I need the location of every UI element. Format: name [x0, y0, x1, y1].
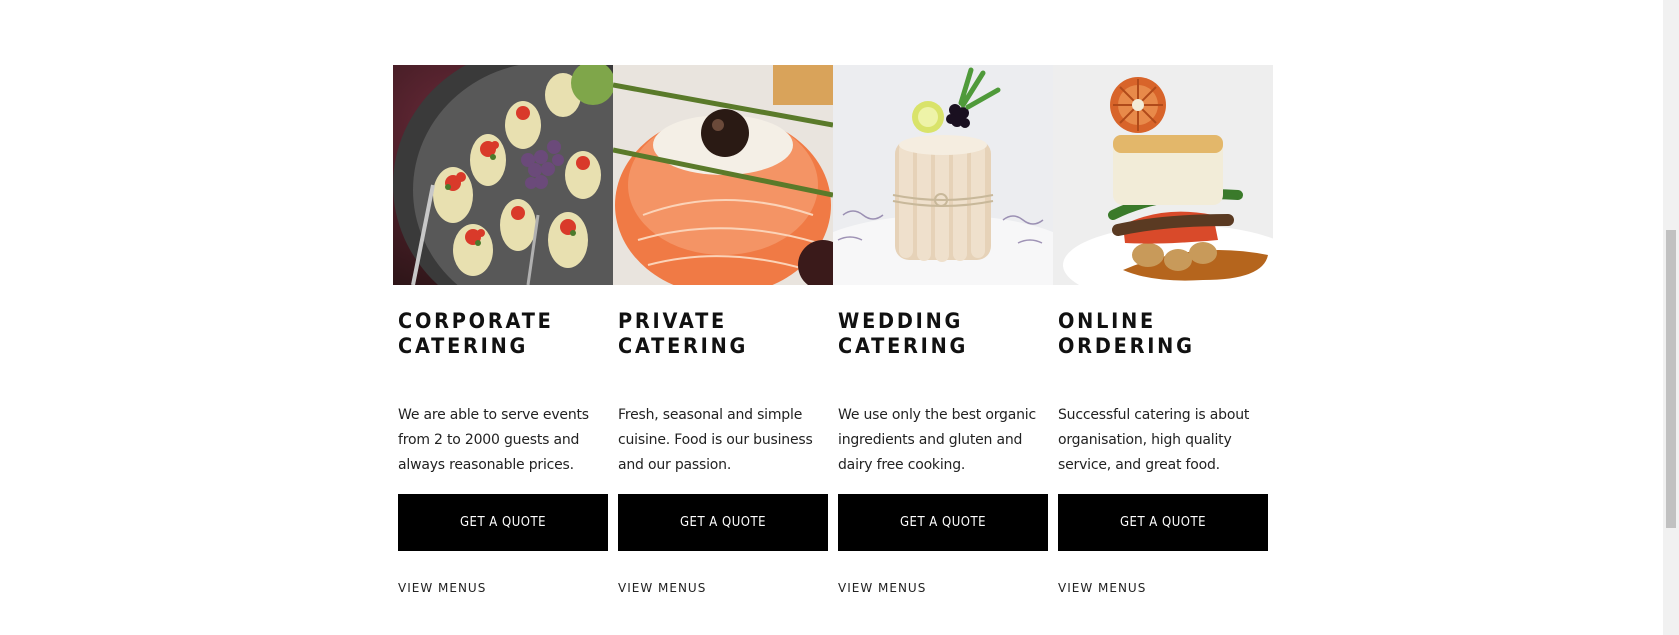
online-ordering-photo — [1053, 65, 1273, 285]
card-title: ONLINE ORDERING — [1058, 309, 1251, 373]
service-card-private: PRIVATE CATERING Fresh, seasonal and sim… — [613, 65, 833, 595]
service-card-wedding: WEDDING CATERING We use only the best or… — [833, 65, 1053, 595]
service-card-online: ONLINE ORDERING Successful catering is a… — [1053, 65, 1273, 595]
card-description: We are able to serve events from 2 to 20… — [398, 407, 589, 473]
view-menus-link[interactable]: VIEW MENUS — [838, 581, 1048, 595]
scrollbar-thumb[interactable] — [1666, 230, 1676, 528]
card-title-line1: WEDDING — [838, 309, 964, 333]
card-description: We use only the best organic ingredients… — [838, 407, 1036, 473]
card-title-line2: CATERING — [618, 334, 749, 358]
vertical-scrollbar[interactable] — [1663, 0, 1679, 635]
card-title-line2: ORDERING — [1058, 334, 1195, 358]
card-title-line1: PRIVATE — [618, 309, 728, 333]
services-grid: CORPORATE CATERING We are able to serve … — [393, 65, 1273, 595]
get-a-quote-button[interactable]: GET A QUOTE — [1058, 494, 1268, 551]
get-a-quote-button[interactable]: GET A QUOTE — [618, 494, 828, 551]
card-title-line1: ONLINE — [1058, 309, 1157, 333]
card-title: CORPORATE CATERING — [398, 309, 591, 373]
card-title: WEDDING CATERING — [838, 309, 1031, 373]
view-menus-link[interactable]: VIEW MENUS — [618, 581, 828, 595]
view-menus-link[interactable]: VIEW MENUS — [398, 581, 608, 595]
wedding-catering-photo — [833, 65, 1053, 285]
private-catering-photo — [613, 65, 833, 285]
corporate-catering-photo — [393, 65, 613, 285]
card-title-line2: CATERING — [398, 334, 529, 358]
card-title: PRIVATE CATERING — [618, 309, 811, 373]
service-card-corporate: CORPORATE CATERING We are able to serve … — [393, 65, 613, 595]
page: CORPORATE CATERING We are able to serve … — [0, 0, 1679, 635]
card-title-line2: CATERING — [838, 334, 969, 358]
get-a-quote-button[interactable]: GET A QUOTE — [398, 494, 608, 551]
get-a-quote-button[interactable]: GET A QUOTE — [838, 494, 1048, 551]
view-menus-link[interactable]: VIEW MENUS — [1058, 581, 1268, 595]
card-description: Fresh, seasonal and simple cuisine. Food… — [618, 407, 813, 473]
card-title-line1: CORPORATE — [398, 309, 554, 333]
card-description: Successful catering is about organisatio… — [1058, 407, 1250, 473]
